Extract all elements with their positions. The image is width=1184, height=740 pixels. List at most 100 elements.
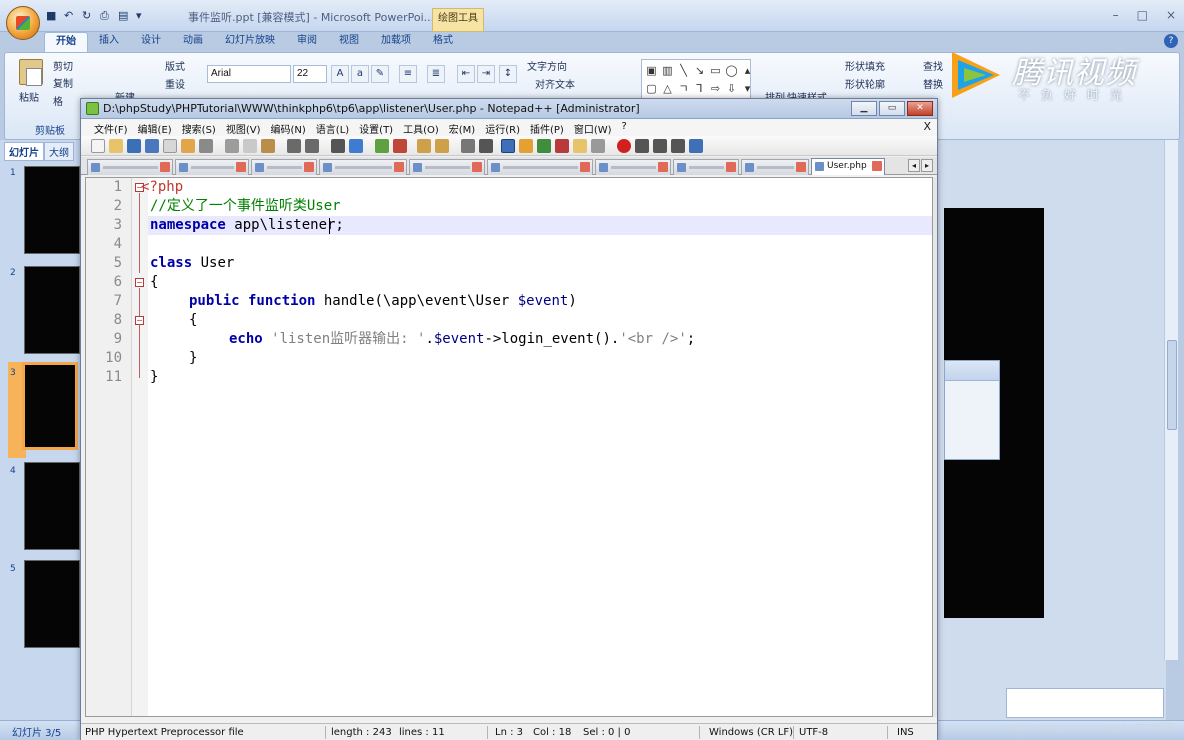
tab-outline[interactable]: 大纲: [44, 142, 74, 161]
notes-panel[interactable]: [1006, 688, 1164, 718]
file-tab[interactable]: [409, 159, 485, 175]
tab-slides[interactable]: 幻灯片: [4, 142, 44, 161]
save-icon[interactable]: [127, 139, 141, 153]
close-document-button[interactable]: X: [923, 120, 931, 133]
ppt-vertical-scrollbar[interactable]: [1164, 140, 1178, 660]
grow-font-icon[interactable]: A: [331, 65, 349, 83]
tab-view[interactable]: 视图: [328, 32, 370, 52]
undo-icon[interactable]: ↶: [64, 10, 76, 22]
triangle-shape-icon[interactable]: △: [660, 80, 675, 97]
save-all-icon[interactable]: [145, 139, 159, 153]
minimize-button[interactable]: ▁: [851, 101, 877, 116]
open-file-icon[interactable]: [109, 139, 123, 153]
shapes-gallery[interactable]: ▣ ▥ ╲ ↘ ▭ ◯ ▴ ▢ △ ㄱ ⅂ ⇨ ⇩ ▾: [641, 59, 751, 99]
print-icon[interactable]: ⎙: [100, 10, 112, 22]
sync-vertical-icon[interactable]: [417, 139, 431, 153]
help-icon[interactable]: ?: [1164, 34, 1178, 48]
slide-thumbnail-1[interactable]: [24, 166, 80, 254]
elbow-arrow-shape-icon[interactable]: ⅂: [692, 80, 707, 97]
file-tab[interactable]: [175, 159, 249, 175]
increase-indent-icon[interactable]: ⇥: [477, 65, 495, 83]
menu-encoding[interactable]: 编码(N): [266, 119, 311, 136]
close-file-icon[interactable]: [163, 139, 177, 153]
slide-thumbnail-4[interactable]: [24, 462, 80, 550]
file-tab[interactable]: [251, 159, 317, 175]
play-macro-icon[interactable]: [653, 139, 667, 153]
maximize-button[interactable]: □: [1137, 8, 1148, 22]
menu-window[interactable]: 窗口(W): [569, 119, 617, 136]
redo-icon[interactable]: [305, 139, 319, 153]
stop-macro-icon[interactable]: [635, 139, 649, 153]
tab-animations[interactable]: 动画: [172, 32, 214, 52]
function-list-icon[interactable]: [555, 139, 569, 153]
file-tab[interactable]: [87, 159, 173, 175]
zoom-in-icon[interactable]: [375, 139, 389, 153]
elbow-connector-shape-icon[interactable]: ㄱ: [676, 80, 691, 97]
menu-plugins[interactable]: 插件(P): [525, 119, 569, 136]
copy-button[interactable]: 复制: [53, 75, 73, 90]
paste-button[interactable]: 粘贴: [19, 89, 39, 104]
save-macro-icon[interactable]: [689, 139, 703, 153]
textbox-shape-icon[interactable]: ▣: [644, 62, 659, 79]
tab-scroll-right-icon[interactable]: ▸: [921, 159, 933, 172]
decrease-indent-icon[interactable]: ⇤: [457, 65, 475, 83]
word-wrap-icon[interactable]: [461, 139, 475, 153]
close-button[interactable]: ✕: [907, 101, 933, 116]
minimize-button[interactable]: –: [1113, 8, 1119, 22]
file-tab-active[interactable]: User.php: [811, 158, 885, 175]
font-size-select[interactable]: 22: [293, 65, 327, 83]
bullets-icon[interactable]: ≡: [399, 65, 417, 83]
drawing-tools-context-tab[interactable]: 绘图工具: [432, 8, 484, 32]
menu-view[interactable]: 视图(V): [221, 119, 266, 136]
copy-icon[interactable]: [243, 139, 257, 153]
folder-as-workspace-icon[interactable]: [573, 139, 587, 153]
run-macro-multiple-icon[interactable]: [671, 139, 685, 153]
zoom-out-icon[interactable]: [393, 139, 407, 153]
tab-design[interactable]: 设计: [130, 32, 172, 52]
text-direction-button[interactable]: 文字方向: [527, 58, 567, 73]
preview-icon[interactable]: ▤: [118, 10, 130, 22]
file-tab[interactable]: [673, 159, 739, 175]
find-button[interactable]: 查找: [923, 58, 943, 73]
menu-edit[interactable]: 编辑(E): [133, 119, 177, 136]
file-tab[interactable]: [741, 159, 809, 175]
replace-icon[interactable]: [349, 139, 363, 153]
replace-button[interactable]: 替换: [923, 76, 943, 91]
menu-file[interactable]: 文件(F): [89, 119, 133, 136]
slide-thumbnail-2[interactable]: [24, 266, 80, 354]
doc-map-icon[interactable]: [537, 139, 551, 153]
customize-qat-icon[interactable]: ▾: [136, 10, 148, 22]
monitoring-icon[interactable]: [591, 139, 605, 153]
file-tab[interactable]: [595, 159, 671, 175]
sync-horizontal-icon[interactable]: [435, 139, 449, 153]
file-tab[interactable]: [487, 159, 593, 175]
tab-review[interactable]: 审阅: [286, 32, 328, 52]
maximize-button[interactable]: ▭: [879, 101, 905, 116]
redo-icon[interactable]: ↻: [82, 10, 94, 22]
file-tab[interactable]: [319, 159, 407, 175]
numbering-icon[interactable]: ≣: [427, 65, 445, 83]
menu-run[interactable]: 运行(R): [480, 119, 525, 136]
format-painter-button[interactable]: 格: [53, 93, 63, 108]
record-macro-icon[interactable]: [617, 139, 631, 153]
reset-button[interactable]: 重设: [165, 76, 185, 91]
menu-help[interactable]: ?: [617, 119, 632, 136]
tab-home[interactable]: 开始: [44, 32, 88, 52]
new-file-icon[interactable]: [91, 139, 105, 153]
font-name-select[interactable]: Arial: [207, 65, 291, 83]
find-icon[interactable]: [331, 139, 345, 153]
tab-insert[interactable]: 插入: [88, 32, 130, 52]
menu-search[interactable]: 搜索(S): [177, 119, 221, 136]
slide-thumbnail-5[interactable]: [24, 560, 80, 648]
fold-toggle-icon[interactable]: −: [135, 278, 144, 287]
close-all-icon[interactable]: [181, 139, 195, 153]
office-button[interactable]: [6, 6, 40, 40]
udl-icon[interactable]: [519, 139, 533, 153]
close-button[interactable]: ×: [1166, 8, 1176, 22]
more-shapes-icon[interactable]: ▴: [740, 62, 755, 79]
line-shape-icon[interactable]: ╲: [676, 62, 691, 79]
shape-fill-button[interactable]: 形状填充: [845, 58, 885, 73]
line-spacing-icon[interactable]: ↕: [499, 65, 517, 83]
clear-format-icon[interactable]: ✎: [371, 65, 389, 83]
align-text-button[interactable]: 对齐文本: [535, 76, 575, 91]
